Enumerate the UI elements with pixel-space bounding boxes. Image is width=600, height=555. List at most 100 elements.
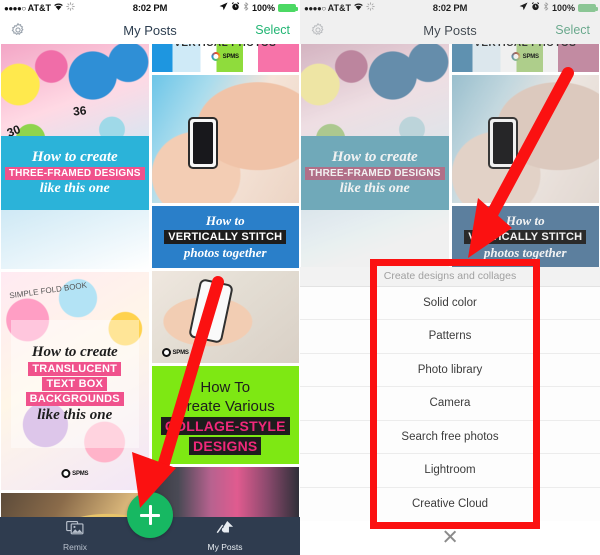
- carrier-label: AT&T: [27, 3, 51, 13]
- gear-icon[interactable]: [10, 22, 26, 38]
- dual-screenshot-container: ●●●●○ AT&T 8:02 PM 100% My Posts Select …: [0, 0, 600, 555]
- post-card-translucent[interactable]: SIMPLE FOLD BOOK How to create TRANSLUCE…: [1, 272, 149, 490]
- card-line-1: How to create: [331, 149, 418, 165]
- post-card-vertical-photos[interactable]: VERTICAL PHOTOS SPMS: [451, 44, 600, 72]
- menu-item-solid-color[interactable]: Solid color: [300, 286, 600, 320]
- post-card-vertical-photos[interactable]: VERTICAL PHOTOS SPMS: [151, 44, 300, 72]
- battery-full-icon: [278, 3, 298, 13]
- screen-create-menu: ●●●●○ AT&T 8:02 PM 100% My Posts Select …: [300, 0, 600, 555]
- wifi-icon: [53, 2, 64, 14]
- create-post-button[interactable]: [127, 492, 173, 538]
- card-line-4: DESIGNS: [189, 437, 262, 455]
- posts-grid-left[interactable]: 30 36 How to create THREE-FRAMED DESIGNS…: [0, 44, 300, 555]
- spms-logo: SPMS: [61, 469, 89, 478]
- status-bar-left-group: ●●●●○ AT&T: [0, 2, 120, 14]
- grid-column-left: 30 36 How to create THREE-FRAMED DESIGNS…: [1, 44, 149, 555]
- post-card-phone-hand[interactable]: SPMS: [151, 271, 299, 363]
- create-action-sheet[interactable]: Create designs and collages Solid color …: [300, 266, 600, 521]
- signal-strength-icon: ●●●●○: [4, 3, 26, 13]
- menu-item-camera[interactable]: Camera: [300, 387, 600, 421]
- close-sheet-button[interactable]: [300, 523, 600, 549]
- location-arrow-icon: [519, 2, 528, 14]
- card-line-2: VERTICALLY STITCH: [464, 230, 587, 244]
- card-line-3: like this one: [39, 181, 110, 196]
- card-line-2: THREE-FRAMED DESIGNS: [304, 167, 445, 180]
- post-card-vertically-stitch[interactable]: How to VERTICALLY STITCH photos together: [151, 206, 299, 268]
- battery-percent-label: 100%: [251, 3, 275, 13]
- phone-mockup: [187, 117, 218, 169]
- menu-item-patterns[interactable]: Patterns: [300, 320, 600, 354]
- card-line-1: How to: [505, 213, 545, 228]
- card-line-3: TEXT BOX: [42, 377, 108, 391]
- menu-item-search-free-photos[interactable]: Search free photos: [300, 420, 600, 454]
- spms-logo-icon: [61, 469, 71, 478]
- sidebar-item-label: My Posts: [207, 542, 243, 552]
- card-title-cut-off: VERTICAL PHOTOS: [452, 44, 600, 49]
- action-sheet-header: Create designs and collages: [300, 266, 600, 287]
- spms-logo-text: SPMS: [522, 53, 539, 60]
- card-line-3: like this one: [339, 181, 410, 196]
- sidebar-item-label: Remix: [62, 542, 88, 552]
- menu-item-photo-library[interactable]: Photo library: [300, 353, 600, 387]
- card-line-2: TRANSLUCENT: [28, 362, 122, 376]
- card-title-cut-off: VERTICAL PHOTOS: [152, 44, 300, 49]
- grid-column-right: VERTICAL PHOTOS SPMS How to VERTIC: [151, 44, 300, 555]
- bluetooth-icon: [243, 2, 249, 14]
- card-line-1: How To: [200, 379, 251, 396]
- status-bar-right-group: 100%: [180, 2, 300, 14]
- menu-item-creative-cloud[interactable]: Creative Cloud: [300, 487, 600, 521]
- spms-logo: SPMS: [161, 348, 189, 357]
- sidebar-item-remix[interactable]: Remix: [0, 520, 150, 552]
- post-card-three-framed[interactable]: 30 36 How to create THREE-FRAMED DESIGNS…: [1, 44, 149, 269]
- gear-icon[interactable]: [310, 22, 326, 38]
- card-line-3: COLLAGE-STYLE: [160, 417, 290, 435]
- card-line-1: How to: [205, 213, 245, 228]
- card-photo-background: [451, 75, 599, 203]
- spms-logo-text: SPMS: [222, 53, 239, 60]
- phone-mockup: [487, 117, 518, 169]
- battery-percent-label: 100%: [551, 3, 575, 13]
- spms-logo: SPMS: [511, 52, 539, 61]
- location-arrow-icon: [219, 2, 228, 14]
- card-line-5: like this one: [37, 407, 113, 423]
- spms-logo-text: SPMS: [72, 470, 89, 477]
- select-button[interactable]: Select: [555, 23, 590, 37]
- spms-logo-icon: [211, 52, 221, 61]
- select-button[interactable]: Select: [255, 23, 290, 37]
- photos-stack-icon: [66, 520, 84, 540]
- status-bar-left-group: ●●●●○ AT&T: [300, 2, 420, 14]
- card-line-3: photos together: [483, 245, 567, 260]
- post-card-collage-style[interactable]: How To Create Various COLLAGE-STYLE DESI…: [151, 366, 299, 464]
- status-bar-left: ●●●●○ AT&T 8:02 PM 100%: [0, 0, 300, 16]
- clock-label: 8:02 PM: [132, 2, 168, 14]
- post-card-three-framed[interactable]: How to create THREE-FRAMED DESIGNS like …: [301, 44, 449, 269]
- board-number-36: 36: [72, 103, 88, 119]
- post-card-legs-phone[interactable]: [451, 75, 599, 203]
- spms-logo-text: SPMS: [172, 349, 189, 356]
- post-card-legs-phone[interactable]: [151, 75, 299, 203]
- screen-my-posts: ●●●●○ AT&T 8:02 PM 100% My Posts Select …: [0, 0, 300, 555]
- post-card-vertically-stitch[interactable]: How to VERTICALLY STITCH photos together: [451, 206, 599, 268]
- card-line-2: THREE-FRAMED DESIGNS: [4, 167, 145, 180]
- battery-full-icon: [578, 3, 598, 13]
- carrier-label: AT&T: [327, 3, 351, 13]
- card-line-2: VERTICALLY STITCH: [164, 230, 287, 244]
- spms-logo-icon: [511, 52, 521, 61]
- card-photo-background: [151, 75, 299, 203]
- paint-brush-icon: [216, 520, 234, 540]
- card-line-4: BACKGROUNDS: [25, 392, 124, 406]
- card-line-2: Create Various: [175, 398, 275, 415]
- card-line-3: photos together: [183, 245, 267, 260]
- alarm-clock-icon: [531, 2, 540, 14]
- activity-spinner-icon: [66, 2, 75, 14]
- wifi-icon: [353, 2, 364, 14]
- nav-bar-right: My Posts Select: [300, 16, 600, 44]
- close-x-icon: [443, 529, 458, 544]
- menu-item-lightroom[interactable]: Lightroom: [300, 454, 600, 488]
- card-line-1: How to create: [31, 149, 118, 165]
- activity-spinner-icon: [366, 2, 375, 14]
- bluetooth-icon: [543, 2, 549, 14]
- status-bar-right-group: 100%: [480, 2, 600, 14]
- alarm-clock-icon: [231, 2, 240, 14]
- sidebar-item-my-posts[interactable]: My Posts: [150, 520, 300, 552]
